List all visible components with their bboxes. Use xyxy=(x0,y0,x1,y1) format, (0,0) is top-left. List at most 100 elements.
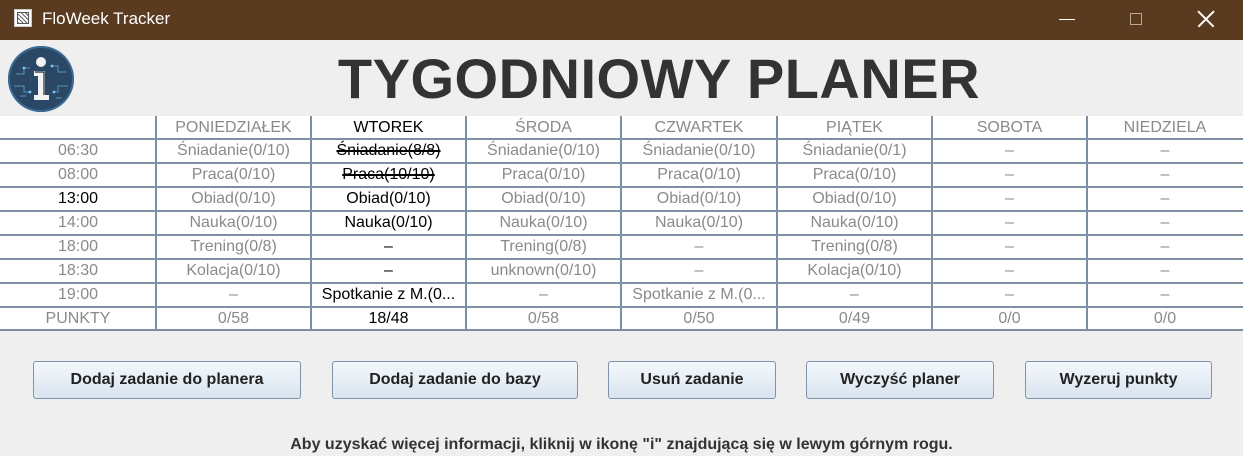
info-hint: Aby uzyskać więcej informacji, kliknij w… xyxy=(290,436,953,453)
task-cell[interactable]: Obiad(0/10) xyxy=(311,187,466,210)
task-cell[interactable]: – xyxy=(156,283,311,306)
points-cell: 0/0 xyxy=(1153,310,1177,327)
task-cell[interactable]: Nauka(0/10) xyxy=(311,211,466,234)
task-cell[interactable]: – xyxy=(1087,283,1243,306)
clear-planner-button[interactable]: Wyczyść planer xyxy=(806,361,994,399)
grid-divider xyxy=(0,234,1243,236)
task-cell[interactable]: unknown(0/10) xyxy=(466,259,621,282)
grid-divider xyxy=(1086,116,1088,331)
grid-divider xyxy=(155,116,157,331)
task-cell[interactable]: – xyxy=(932,259,1087,282)
points-label: PUNKTY xyxy=(45,310,111,327)
grid-divider xyxy=(0,306,1243,308)
task-cell[interactable]: Praca(0/10) xyxy=(156,163,311,186)
points-cell: 0/0 xyxy=(998,310,1021,327)
task-cell[interactable]: Śniadanie(8/8) xyxy=(311,139,466,162)
close-icon xyxy=(1197,10,1215,28)
task-cell[interactable]: – xyxy=(932,187,1087,210)
add-to-planner-button[interactable]: Dodaj zadanie do planera xyxy=(33,361,301,399)
task-cell[interactable]: – xyxy=(621,235,777,258)
task-cell[interactable]: – xyxy=(932,139,1087,162)
grid-divider xyxy=(465,116,467,331)
task-cell[interactable]: Obiad(0/10) xyxy=(156,187,311,210)
task-cell[interactable]: Kolacja(0/10) xyxy=(156,259,311,282)
points-cell: 0/50 xyxy=(683,310,715,327)
time-label: 14:00 xyxy=(57,214,99,231)
time-label: 19:00 xyxy=(57,286,99,303)
task-cell[interactable]: Praca(10/10) xyxy=(311,163,466,186)
task-cell[interactable]: – xyxy=(1087,139,1243,162)
add-to-database-button[interactable]: Dodaj zadanie do bazy xyxy=(332,361,578,399)
points-cell: 0/58 xyxy=(527,310,560,327)
task-cell[interactable]: Śniadanie(0/1) xyxy=(777,139,932,162)
task-cell[interactable]: – xyxy=(1087,211,1243,234)
task-cell[interactable]: Nauka(0/10) xyxy=(621,211,777,234)
task-cell[interactable]: – xyxy=(1087,235,1243,258)
day-header: NIEDZIELA xyxy=(1123,119,1207,136)
task-cell[interactable]: Nauka(0/10) xyxy=(777,211,932,234)
task-cell[interactable]: – xyxy=(932,163,1087,186)
time-label: 13:00 xyxy=(57,190,99,207)
time-label: 06:30 xyxy=(57,142,99,159)
task-cell[interactable]: Praca(0/10) xyxy=(621,163,777,186)
points-cell: 0/49 xyxy=(838,310,871,327)
grid-divider xyxy=(620,116,622,331)
task-cell[interactable]: Śniadanie(0/10) xyxy=(621,139,777,162)
grid-divider xyxy=(0,186,1243,188)
task-cell[interactable]: Kolacja(0/10) xyxy=(777,259,932,282)
time-label: 18:00 xyxy=(57,238,99,255)
task-cell[interactable]: Nauka(0/10) xyxy=(156,211,311,234)
task-cell[interactable]: Praca(0/10) xyxy=(466,163,621,186)
day-header: WTOREK xyxy=(353,119,424,136)
task-cell[interactable]: – xyxy=(311,259,466,282)
task-cell[interactable]: Spotkanie z M.(0... xyxy=(621,283,777,306)
grid-divider xyxy=(0,329,1243,331)
task-cell[interactable]: – xyxy=(1087,187,1243,210)
header-corner xyxy=(0,116,156,139)
title-bar: FloWeek Tracker xyxy=(0,0,1243,40)
grid-divider xyxy=(0,258,1243,260)
task-cell[interactable]: Nauka(0/10) xyxy=(466,211,621,234)
time-label: 18:30 xyxy=(57,262,99,279)
task-cell[interactable]: Śniadanie(0/10) xyxy=(466,139,621,162)
reset-points-button[interactable]: Wyzeruj punkty xyxy=(1025,361,1212,399)
grid-divider xyxy=(931,116,933,331)
close-button[interactable] xyxy=(1183,0,1229,38)
app-icon xyxy=(14,9,32,27)
grid-divider xyxy=(0,210,1243,212)
grid-divider xyxy=(776,116,778,331)
task-cell[interactable]: Trening(0/8) xyxy=(466,235,621,258)
task-cell[interactable]: Obiad(0/10) xyxy=(466,187,621,210)
task-cell[interactable]: – xyxy=(777,283,932,306)
task-cell[interactable]: – xyxy=(311,235,466,258)
maximize-button[interactable] xyxy=(1113,0,1159,38)
task-cell[interactable]: Spotkanie z M.(0... xyxy=(311,283,466,306)
minimize-icon xyxy=(1059,18,1075,20)
task-cell[interactable]: Trening(0/8) xyxy=(156,235,311,258)
task-cell[interactable]: – xyxy=(932,235,1087,258)
maximize-icon xyxy=(1130,13,1142,25)
minimize-button[interactable] xyxy=(1044,0,1090,38)
task-cell[interactable]: – xyxy=(932,211,1087,234)
remove-task-button[interactable]: Usuń zadanie xyxy=(608,361,776,399)
window-title: FloWeek Tracker xyxy=(42,9,171,28)
page-title: TYGODNIOWY PLANER xyxy=(337,47,981,110)
task-cell[interactable]: Obiad(0/10) xyxy=(777,187,932,210)
task-cell[interactable]: Praca(0/10) xyxy=(777,163,932,186)
task-cell[interactable]: – xyxy=(621,259,777,282)
task-cell[interactable]: – xyxy=(932,283,1087,306)
grid-divider xyxy=(0,138,1243,140)
task-cell[interactable]: – xyxy=(1087,259,1243,282)
day-header: SOBOTA xyxy=(976,119,1043,136)
day-header: PONIEDZIAŁEK xyxy=(175,119,292,136)
points-cell: 18/48 xyxy=(368,310,409,327)
day-header: PIĄTEK xyxy=(826,119,883,136)
day-header: CZWARTEK xyxy=(654,119,744,136)
task-cell[interactable]: – xyxy=(466,283,621,306)
task-cell[interactable]: – xyxy=(1087,163,1243,186)
planner-table: PONIEDZIAŁEK WTOREK ŚRODA CZWARTEK PIĄTEK SOB… xyxy=(0,116,1243,331)
task-cell[interactable]: Śniadanie(0/10) xyxy=(156,139,311,162)
task-cell[interactable]: Obiad(0/10) xyxy=(621,187,777,210)
grid-divider xyxy=(0,162,1243,164)
task-cell[interactable]: Trening(0/8) xyxy=(777,235,932,258)
